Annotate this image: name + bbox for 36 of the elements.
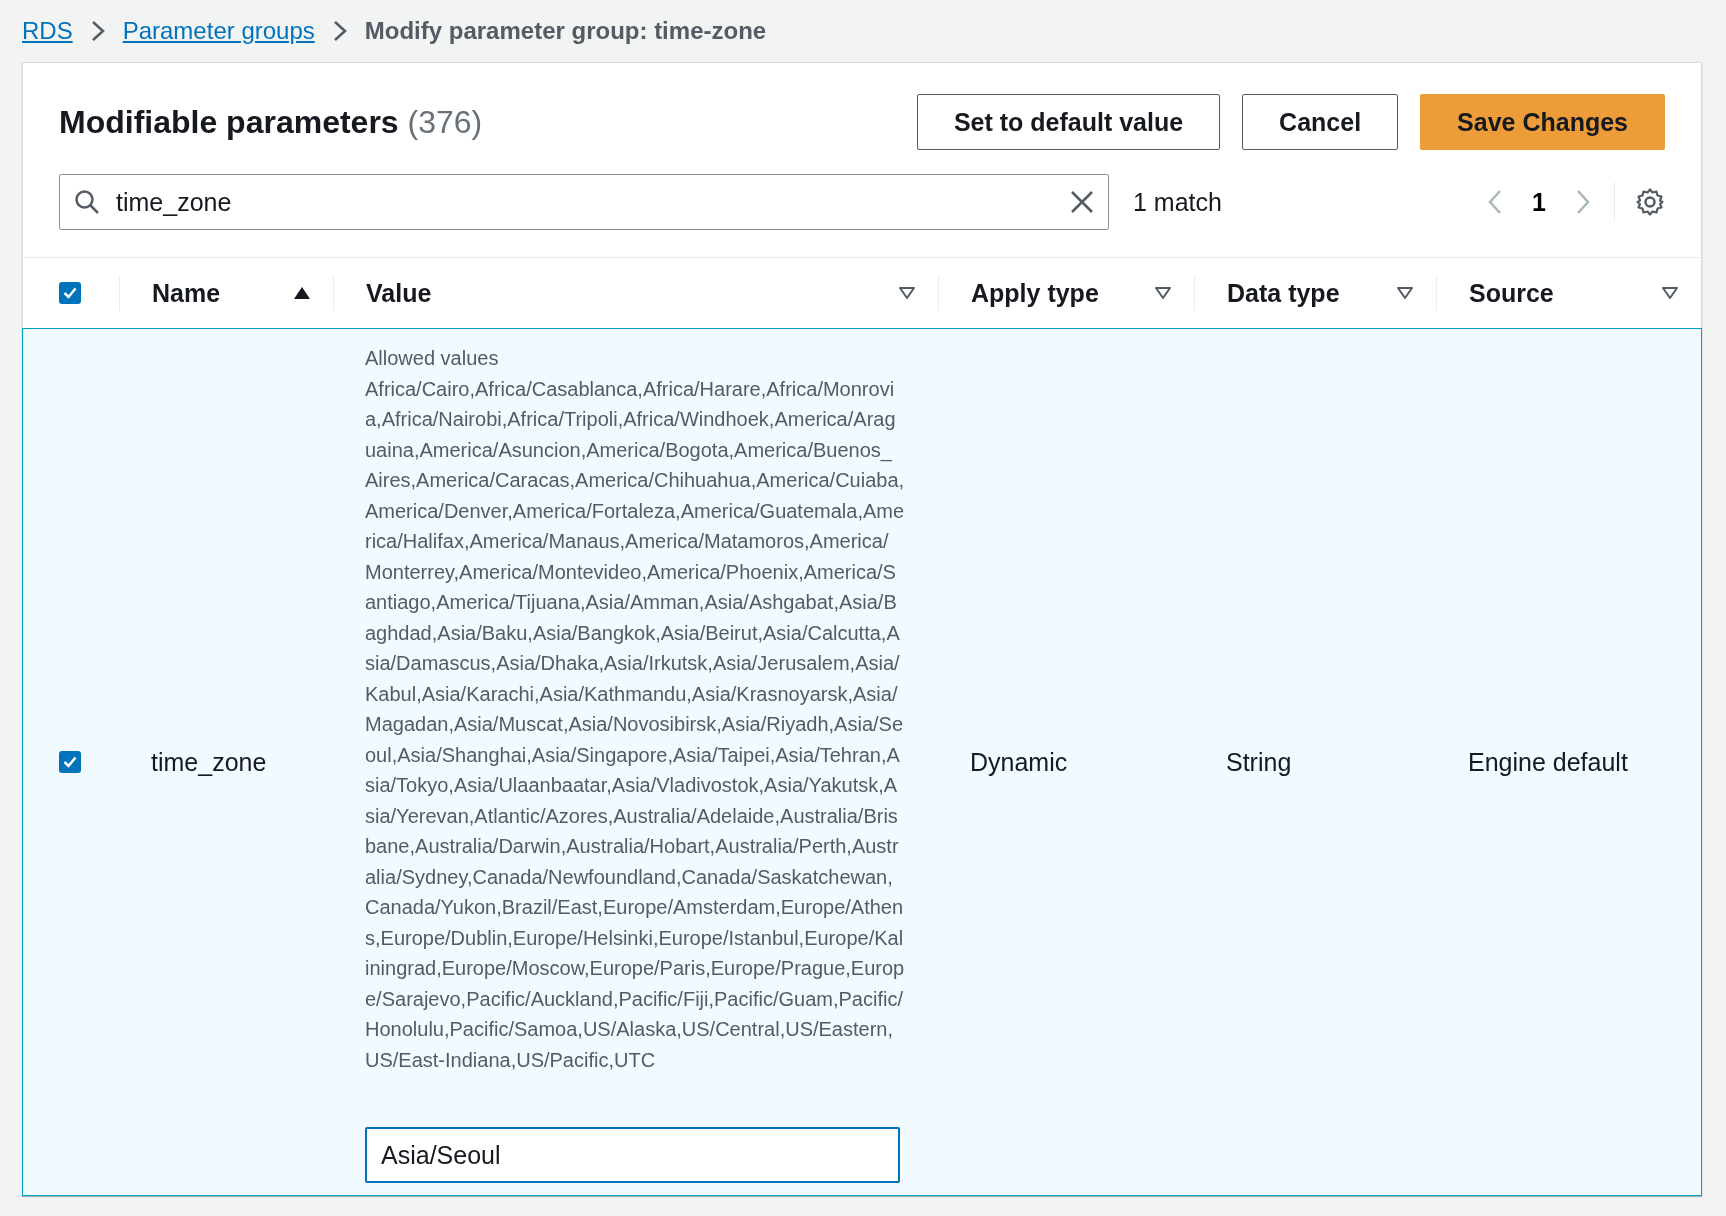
table-row[interactable] bbox=[23, 329, 1701, 1195]
sort-icon[interactable] bbox=[1154, 286, 1172, 300]
action-button[interactable]: Set to default value bbox=[916, 94, 1221, 150]
table-cell-text: String bbox=[1225, 747, 1293, 777]
settings-icon[interactable] bbox=[1635, 187, 1665, 217]
breadcrumb-link[interactable]: RDS bbox=[22, 17, 73, 45]
allowed-values-text: Allowed values Africa/Cairo,Africa/Casablanca,Africa/Harare,Africa/Monrovia,Africa/Nairobi,Africa/Tripoli,Africa/Windhoek,America/Araguaina,America/Asuncion,America/Bogota,America/Buenos_Aires,America/Caracas,America/Chihuahua,America/Cuiaba,America/Denver,America/Fortaleza,America/Guatemala,America/Halifax,America/Manaus,America/Matamoros,America/Monterrey,America/Montevideo,America/Phoenix,America/Santiago,America/Tijuana,Asia/Amman,Asia/Ashgabat,Asia/Baghdad,Asia/Baku,Asia/Bangkok,Asia/Beirut,Asia/Calcutta,Asia/Damascus,Asia/Dhaka,Asia/Irkutsk,Asia/Jerusalem,Asia/Kabul,Asia/Karachi,Asia/Kathmandu,Asia/Krasnoyarsk,Asia/Magadan,Asia/Muscat,Asia/Novosibirsk,Asia/Riyadh,Asia/Seoul,Asia/Shanghai,Asia/Singapore,Asia/Taipei,Asia/Tehran,Asia/Tokyo,Asia/Ulaanbaatar,Asia/Vladivostok,Asia/Yakutsk,Asia/Yerevan,Atlantic/Azores,Australia/Adelaide,Australia/Brisbane,Australia/Darwin,Australia/Hobart,Australia/Perth,Australia/Sydney,Canada/Newfoundland,Canada/Saskatchewan,Canada/Yukon,Brazil/East,Europe/Amsterdam,Europe/Athens,Europe/Dublin,Europe/Helsinki,Europe/Istanbul,Europe/Kaliningrad,Europe/Moscow,Europe/Paris,Europe/Prague,Europe/Sarajevo,Pacific/Auckland,Pacific/Fiji,Pacific/Guam,Pacific/Honolulu,Pacific/Samoa,US/Alaska,US/Central,US/Eastern,US/East-Indiana,US/Pacific,UTC bbox=[365, 346, 905, 1073]
match-count: 1 match bbox=[1133, 187, 1223, 217]
column-header[interactable]: Name bbox=[152, 278, 221, 308]
chevron-right-icon bbox=[332, 20, 347, 42]
table-cell-text: Dynamic bbox=[969, 747, 1069, 777]
sort-icon[interactable] bbox=[898, 286, 916, 300]
column-header[interactable]: Source bbox=[1469, 278, 1554, 308]
check-icon bbox=[63, 756, 77, 768]
breadcrumb-current: Modify parameter group: time-zone bbox=[364, 17, 767, 45]
sort-icon[interactable] bbox=[1661, 286, 1679, 300]
chevron-right-icon bbox=[90, 20, 105, 42]
breadcrumb-link[interactable]: Parameter groups bbox=[122, 17, 315, 45]
column-header[interactable]: Data type bbox=[1227, 278, 1340, 308]
row-checkbox[interactable] bbox=[59, 751, 81, 773]
panel-title: Modifiable parameters (376) bbox=[59, 103, 484, 141]
check-icon bbox=[63, 287, 77, 299]
close-icon[interactable] bbox=[1070, 190, 1094, 214]
sort-icon[interactable] bbox=[1396, 286, 1414, 300]
page-number[interactable]: 1 bbox=[1532, 187, 1546, 217]
save-button[interactable]: Save Changes bbox=[1420, 94, 1665, 150]
action-button[interactable]: Cancel bbox=[1242, 94, 1399, 150]
search-field[interactable]: time_zone bbox=[59, 174, 1109, 230]
sort-ascending-icon[interactable] bbox=[293, 286, 311, 300]
value-input[interactable]: Asia/Seoul bbox=[365, 1127, 900, 1183]
table-cell-text: time_zone bbox=[150, 747, 268, 777]
column-header[interactable]: Apply type bbox=[971, 278, 1099, 308]
column-header[interactable]: Value bbox=[366, 278, 432, 308]
table-cell-text: Engine default bbox=[1467, 747, 1629, 777]
select-all-checkbox[interactable] bbox=[59, 282, 81, 304]
search-icon bbox=[74, 189, 100, 215]
